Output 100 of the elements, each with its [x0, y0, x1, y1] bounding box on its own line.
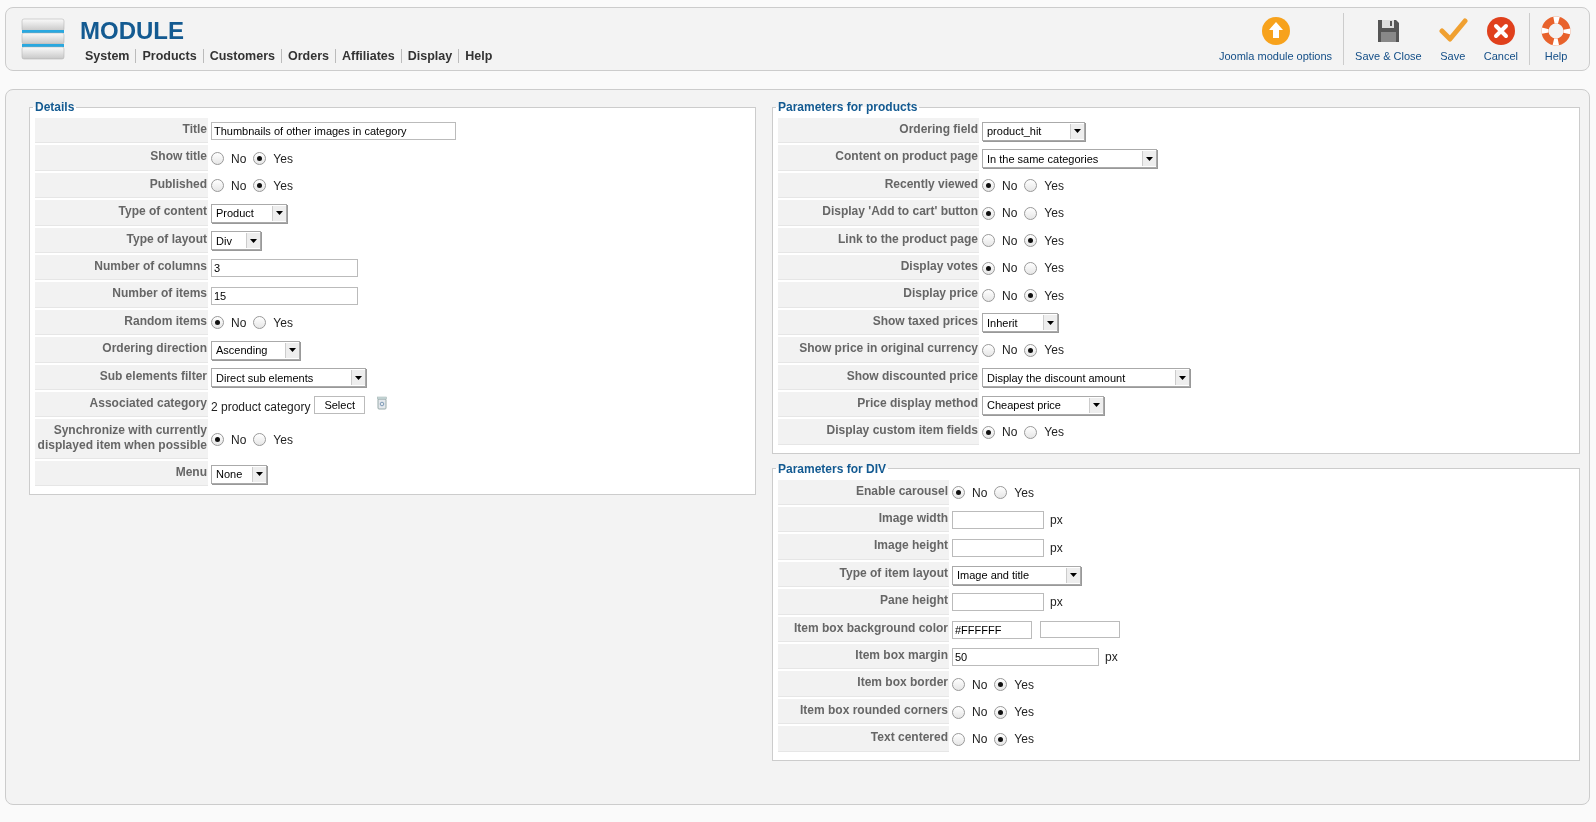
- radio-label: Yes: [1044, 425, 1064, 440]
- radio-label: Yes: [273, 315, 293, 330]
- radio-label: No: [231, 151, 247, 166]
- select-dropdown[interactable]: Image and title: [952, 565, 1081, 585]
- select-dropdown[interactable]: Direct sub elements: [211, 368, 367, 388]
- field-label: Show taxed prices: [778, 309, 979, 336]
- text-input[interactable]: 50: [952, 648, 1099, 667]
- select-button[interactable]: Select: [314, 396, 365, 415]
- radio-label: No: [1002, 233, 1018, 248]
- field-label: Published: [35, 172, 208, 199]
- field-label: Ordering direction: [35, 337, 208, 363]
- select-dropdown[interactable]: Cheapest price: [982, 395, 1105, 415]
- radio-label: No: [231, 315, 247, 330]
- radio-label: Yes: [1014, 732, 1034, 747]
- field-label: Text centered: [778, 726, 949, 752]
- field-label: Sub elements filter: [35, 364, 208, 390]
- radio-label: No: [1002, 343, 1018, 358]
- select-dropdown[interactable]: None: [211, 464, 268, 484]
- radio-label: Yes: [1014, 677, 1034, 692]
- unit-label: px: [1105, 650, 1118, 665]
- field-label: Image height: [778, 534, 949, 560]
- field-label: Type of item layout: [778, 561, 949, 588]
- toolbar-button[interactable]: Cancel: [1475, 16, 1526, 62]
- fieldset-legend: Parameters for products: [776, 100, 920, 114]
- field-label: Synchronize with currently displayed item when possible: [35, 419, 208, 460]
- text-input[interactable]: 15: [211, 286, 358, 305]
- radio-label: Yes: [1044, 178, 1064, 193]
- menu-link[interactable]: Help: [459, 49, 499, 63]
- select-dropdown[interactable]: In the same categories: [982, 149, 1158, 169]
- radio-label: Yes: [1044, 288, 1064, 303]
- select-dropdown[interactable]: Div: [211, 231, 261, 251]
- fieldset-legend: Details: [33, 100, 77, 114]
- radio-label: Yes: [273, 178, 293, 193]
- radio-label: Yes: [1014, 705, 1034, 719]
- select-dropdown[interactable]: product_hit: [982, 121, 1085, 141]
- radio-label: No: [972, 485, 988, 500]
- radio-label: No: [1002, 288, 1018, 303]
- radio-label: Yes: [1014, 485, 1034, 500]
- field-label: Display votes: [778, 254, 979, 281]
- menu-link[interactable]: Products: [136, 49, 203, 63]
- field-label: Number of items: [35, 282, 208, 308]
- radio-label: Yes: [1044, 233, 1064, 248]
- toolbar-button[interactable]: Save: [1429, 16, 1476, 62]
- field-label: Type of content: [35, 200, 208, 226]
- radio-label: No: [1002, 206, 1018, 221]
- radio-label: Yes: [1044, 206, 1064, 221]
- radio-label: No: [1002, 261, 1018, 276]
- field-label: Item box background color: [778, 616, 949, 643]
- select-dropdown[interactable]: Ascending: [211, 340, 301, 360]
- radio-label: No: [972, 677, 988, 692]
- field-label: Enable carousel: [778, 479, 949, 506]
- text-input[interactable]: Thumbnails of other images in category: [211, 122, 456, 141]
- menu-link[interactable]: Orders: [281, 49, 335, 63]
- menu-link[interactable]: Customers: [203, 49, 281, 63]
- field-label: Link to the product page: [778, 227, 979, 253]
- field-label: Display custom item fields: [778, 419, 979, 445]
- color-input[interactable]: #FFFFFF: [952, 620, 1032, 639]
- field-label: Show price in original currency: [778, 337, 979, 363]
- text-input[interactable]: 3: [211, 259, 358, 278]
- field-label: Item box rounded corners: [778, 698, 949, 725]
- select-dropdown[interactable]: Inherit: [982, 313, 1059, 333]
- field-label: Number of columns: [35, 254, 208, 281]
- field-label: Random items: [35, 309, 208, 336]
- unit-label: px: [1050, 540, 1063, 555]
- toolbar-button[interactable]: Help: [1533, 16, 1579, 62]
- category-text: 2 product category: [211, 400, 311, 415]
- radio-label: No: [972, 705, 988, 719]
- field-label: Price display method: [778, 391, 979, 418]
- menu-link[interactable]: Affiliates: [335, 49, 401, 63]
- field-label: Item box border: [778, 671, 949, 697]
- menu-link[interactable]: Display: [401, 49, 459, 63]
- field-label: Show discounted price: [778, 364, 979, 390]
- field-label: Display 'Add to cart' button: [778, 200, 979, 226]
- field-label: Display price: [778, 282, 979, 308]
- radio-label: No: [231, 178, 247, 193]
- page-title: MODULE: [80, 17, 185, 45]
- select-dropdown[interactable]: Product: [211, 203, 288, 223]
- radio-label: Yes: [273, 432, 293, 447]
- field-label: Associated category: [35, 391, 208, 418]
- radio-label: Yes: [1044, 343, 1064, 358]
- field-label: Item box margin: [778, 644, 949, 670]
- field-label: Show title: [35, 145, 208, 171]
- radio-label: No: [1002, 178, 1018, 193]
- field-label: Type of layout: [35, 227, 208, 253]
- field-label: Pane height: [778, 589, 949, 615]
- menu-link[interactable]: System: [85, 49, 136, 63]
- field-label: Image width: [778, 507, 949, 533]
- select-dropdown[interactable]: Display the discount amount: [982, 368, 1191, 388]
- unit-label: px: [1050, 513, 1063, 528]
- unit-label: px: [1050, 595, 1063, 610]
- field-label: Content on product page: [778, 145, 979, 171]
- toolbar-button[interactable]: Joomla module options: [1210, 16, 1341, 62]
- fieldset-legend: Parameters for DIV: [776, 461, 889, 476]
- field-label: Recently viewed: [778, 172, 979, 199]
- radio-label: Yes: [1044, 261, 1064, 276]
- field-label: Menu: [35, 461, 208, 487]
- field-label: Title: [35, 118, 208, 144]
- radio-label: No: [231, 432, 247, 447]
- radio-label: Yes: [273, 151, 293, 166]
- toolbar-button[interactable]: Save & Close: [1347, 16, 1430, 62]
